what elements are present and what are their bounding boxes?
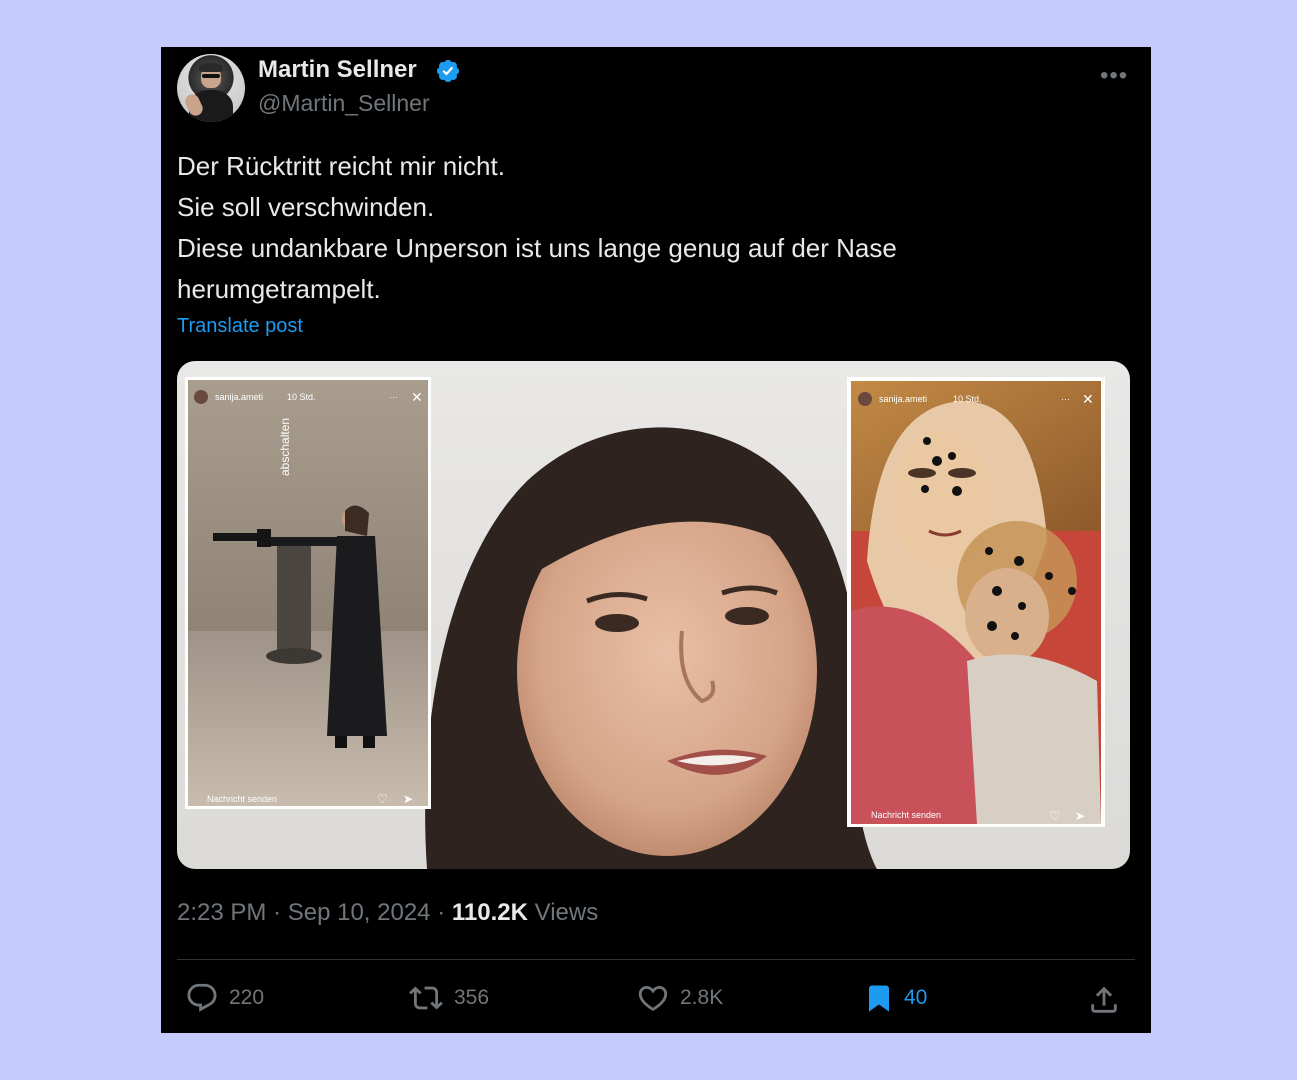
meta-separator: · [437,899,446,926]
repost-button[interactable]: 356 [408,980,489,1016]
story-send-icon: ➤ [403,792,413,806]
story-more-icon: ··· [1061,394,1070,404]
story-heart-icon: ♡ [1049,809,1060,823]
bookmark-icon [869,985,889,1012]
media-illustration: sanija.ameti 10 Std. ··· ✕ abschalten Na… [185,377,1105,869]
avatar-glasses [202,74,220,78]
author-avatar[interactable] [177,54,245,122]
heart-icon [638,985,668,1011]
meta-separator: · [273,899,282,926]
divider [177,959,1135,960]
post-line: herumgetrampelt. [177,274,381,304]
reply-button[interactable]: 220 [185,980,264,1016]
story-close-icon: ✕ [1082,391,1094,407]
story-username: sanija.ameti [879,394,927,404]
story-send-icon: ➤ [1075,809,1085,823]
left-story: sanija.ameti 10 Std. ··· ✕ abschalten Na… [185,377,431,809]
right-story: sanija.ameti 10 Std. ··· ✕ Nachricht sen… [847,377,1105,827]
repost-icon [409,986,443,1010]
author-handle[interactable]: @Martin_Sellner [258,90,430,117]
story-more-icon: ··· [389,392,398,402]
repost-count: 356 [454,986,490,1009]
share-icon [1091,986,1117,1013]
more-options-icon[interactable]: ••• [1100,64,1128,88]
story-sticker: abschalten [278,418,292,476]
reply-count: 220 [229,986,265,1009]
views-label: Views [534,899,599,926]
bookmark-count: 40 [904,986,928,1009]
post-line: Sie soll verschwinden. [177,192,435,222]
post-card: Martin Sellner @Martin_Sellner ••• Der R… [161,47,1151,1033]
views-count: 110.2K [451,899,528,926]
story-message-placeholder: Nachricht senden [207,794,277,804]
post-media-image[interactable]: sanija.ameti 10 Std. ··· ✕ abschalten Na… [177,361,1130,869]
post-time[interactable]: 2:23 PM [177,899,266,926]
story-username: sanija.ameti [215,392,263,402]
avatar-hair [199,63,223,72]
like-count: 2.8K [680,986,724,1009]
translate-post-link[interactable]: Translate post [177,315,303,338]
portrait-eye [595,614,639,632]
author-name[interactable]: Martin Sellner [258,56,417,84]
reply-icon [187,983,217,1012]
portrait-eye [725,607,769,625]
like-button[interactable]: 2.8K [636,980,723,1016]
post-date[interactable]: Sep 10, 2024 [288,899,431,926]
story-time: 10 Std. [287,392,316,402]
post-text: Der Rücktritt reicht mir nicht. Sie soll… [177,146,1077,310]
post-line: Diese undankbare Unperson ist uns lange … [177,233,897,263]
story-heart-icon: ♡ [377,792,388,806]
story-message-placeholder: Nachricht senden [871,810,941,820]
post-meta: 2:23 PM · Sep 10, 2024 · 110.2K Views [177,899,598,927]
story-time: 10 Std. [953,394,982,404]
verified-badge-icon [436,59,460,83]
share-button[interactable] [1087,983,1121,1022]
story-close-icon: ✕ [411,389,423,405]
bookmark-button[interactable]: 40 [864,980,927,1016]
post-line: Der Rücktritt reicht mir nicht. [177,151,505,181]
